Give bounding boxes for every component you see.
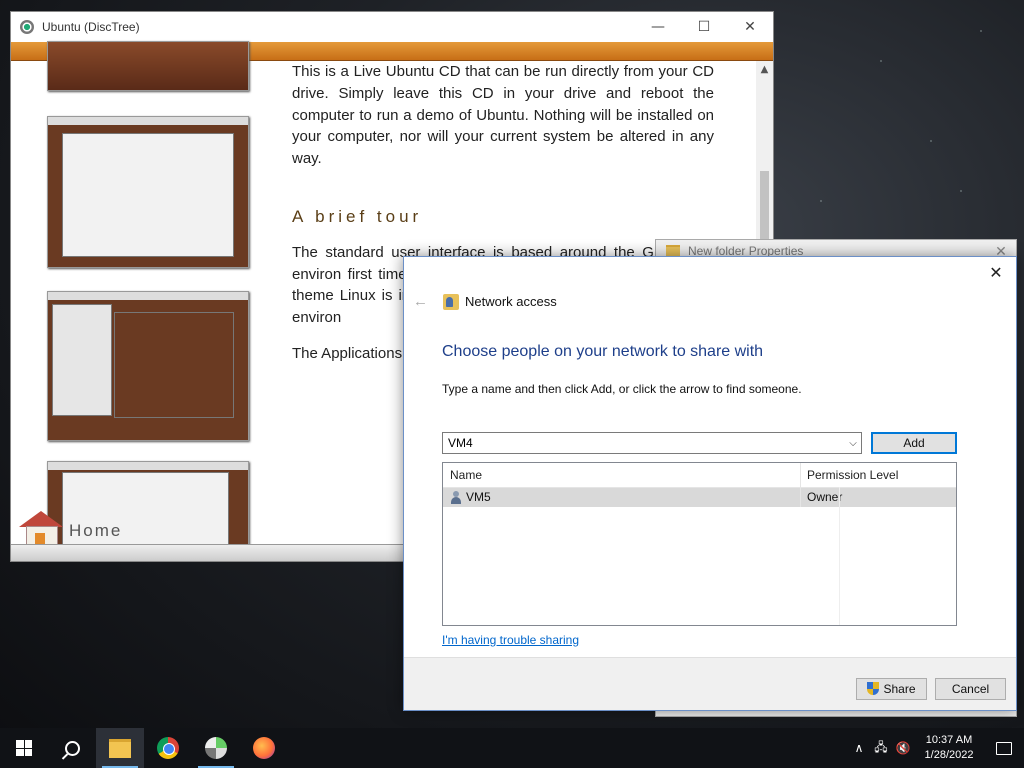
permission-column-header[interactable]: Permission Level [801,463,956,487]
scroll-up-icon[interactable]: ▲ [756,61,773,79]
thumbnail-window [52,304,112,416]
chevron-down-icon[interactable]: ⌵ [845,438,861,449]
clock-date: 1/28/2022 [924,749,974,761]
taskbar-file-explorer[interactable] [96,728,144,768]
row-name-cell: VM5 [443,488,801,507]
row-permission[interactable]: Owner [801,488,956,507]
ubuntu-titlebar[interactable]: Ubuntu (DiscTree) — ☐ ✕ [11,12,773,42]
dialog-title: Network access [465,294,557,309]
thumbnail-panel [48,292,248,300]
search-icon [64,740,80,756]
name-combobox[interactable]: ⌵ [442,432,862,454]
name-input[interactable] [443,433,845,453]
back-arrow-icon[interactable]: ← [413,293,433,310]
cancel-button[interactable]: Cancel [935,678,1006,700]
uac-shield-icon [867,682,880,696]
notification-center-button[interactable] [984,741,1024,755]
clock-time: 10:37 AM [925,734,973,746]
taskbar-chrome[interactable] [144,728,192,768]
chrome-icon [157,737,179,759]
screenshot-thumbnail-file-browser[interactable] [47,116,249,268]
sharing-list: Name Permission Level VM5 Owner [442,462,957,626]
minimize-button[interactable]: — [635,12,681,42]
taskbar-disctree[interactable] [192,728,240,768]
notification-icon [996,741,1012,755]
user-icon [451,491,461,504]
close-button[interactable]: ✕ [727,12,773,42]
ubuntu-window-title: Ubuntu (DiscTree) [42,20,140,34]
volume-muted-icon[interactable]: 🔇 [892,741,914,755]
thumbnail-window [114,312,234,418]
windows-logo-icon [16,740,32,756]
dialog-header: ← Network access [413,293,557,310]
taskbar: ∧ 🖧 🔇 10:37 AM 1/28/2022 [0,728,1024,768]
firefox-icon [253,737,275,759]
share-label: Share [883,682,916,696]
show-hidden-icons-chevron-icon[interactable]: ∧ [848,741,870,755]
star [960,190,962,192]
disctree-icon [205,737,227,759]
list-header: Name Permission Level [443,463,956,488]
dialog-heading: Choose people on your network to share w… [442,343,764,360]
home-label: Home [69,521,123,540]
network-access-dialog: ✕ ← Network access Choose people on your… [403,256,1017,711]
list-row[interactable]: VM5 Owner [443,488,956,507]
column-divider [839,487,840,625]
network-icon[interactable]: 🖧 [870,738,892,759]
network-share-icon [443,293,459,310]
system-tray: ∧ 🖧 🔇 10:37 AM 1/28/2022 [848,728,1024,768]
thumbnail-window [62,133,234,257]
disctree-app-icon [20,20,34,34]
name-column-header[interactable]: Name [443,463,801,487]
star [880,60,882,62]
screenshot-thumbnail[interactable] [47,41,249,91]
search-button[interactable] [48,728,96,768]
thumbnail-panel [48,462,248,470]
star [930,140,932,142]
section-heading: A brief tour [292,206,423,226]
star [820,200,822,202]
dialog-close-button[interactable]: ✕ [986,263,1006,283]
dialog-instructions: Type a name and then click Add, or click… [442,382,802,396]
add-button[interactable]: Add [871,432,957,454]
thumbnail-panel [48,117,248,125]
taskbar-firefox[interactable] [240,728,288,768]
start-button[interactable] [0,728,48,768]
file-explorer-icon [109,738,131,758]
intro-paragraph: This is a Live Ubuntu CD that can be run… [292,63,714,168]
share-button[interactable]: Share [856,678,927,700]
row-name: VM5 [466,490,491,504]
trouble-sharing-link[interactable]: I'm having trouble sharing [442,633,579,647]
screenshot-thumbnail-gimp[interactable] [47,291,249,441]
maximize-button[interactable]: ☐ [681,12,727,42]
clock[interactable]: 10:37 AM 1/28/2022 [914,733,984,763]
star [980,30,982,32]
